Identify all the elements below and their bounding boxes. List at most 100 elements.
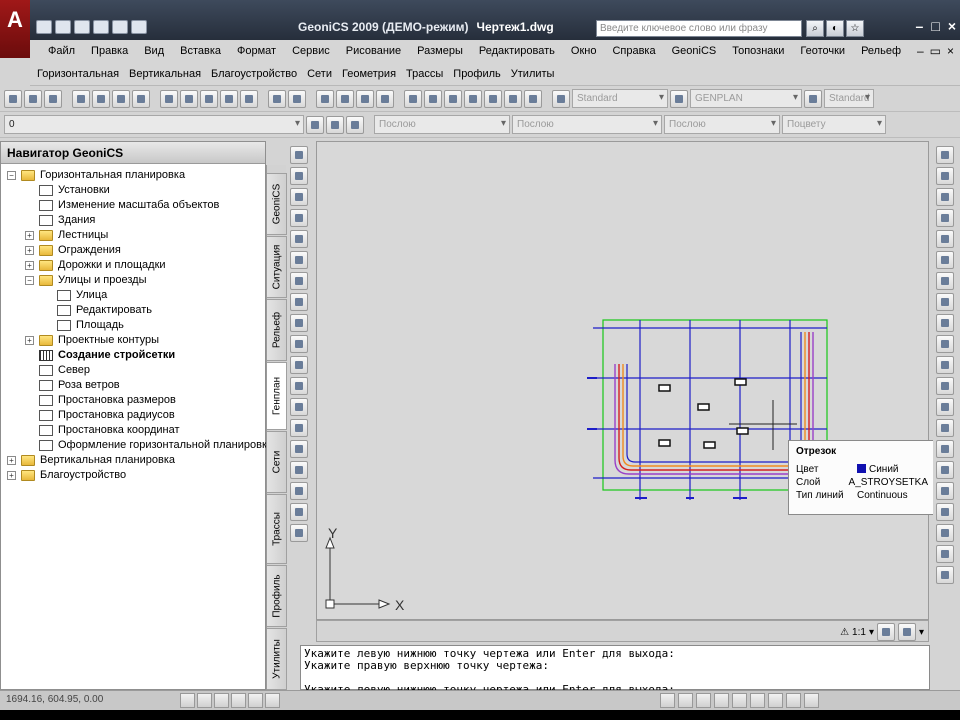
menu-item[interactable]: Вид	[136, 45, 172, 57]
cut-icon[interactable]	[160, 89, 178, 108]
expand-toggle-icon[interactable]: −	[7, 171, 16, 180]
redo-icon[interactable]	[131, 20, 147, 34]
block-editor-icon[interactable]	[240, 89, 258, 108]
side-tab[interactable]: GeoniCS	[267, 173, 287, 235]
modify-tool-icon[interactable]	[936, 146, 954, 164]
modify-tool-icon[interactable]	[936, 293, 954, 311]
expand-toggle-icon[interactable]: +	[25, 261, 34, 270]
expand-toggle-icon[interactable]: +	[25, 231, 34, 240]
modify-tool-icon[interactable]	[936, 230, 954, 248]
undo-icon[interactable]	[112, 20, 128, 34]
draw-tool-icon[interactable]	[290, 461, 308, 479]
modify-tool-icon[interactable]	[936, 545, 954, 563]
tree-item[interactable]: + Дорожки и площадки	[1, 258, 265, 273]
tree-item[interactable]: Север	[1, 363, 265, 378]
modify-tool-icon[interactable]	[936, 335, 954, 353]
layer-manager-icon[interactable]	[306, 115, 324, 134]
tree-item[interactable]: + Лестницы	[1, 228, 265, 243]
menu-item[interactable]: Правка	[83, 45, 136, 57]
menu-item[interactable]: Топознаки	[724, 45, 792, 57]
text-style-select[interactable]: Standard	[572, 89, 668, 108]
layout-icon[interactable]	[678, 693, 693, 708]
close-icon[interactable]: ×	[948, 18, 956, 34]
auto-scale-icon[interactable]	[897, 623, 916, 641]
table-style-icon[interactable]	[804, 89, 822, 108]
pan-icon[interactable]	[316, 89, 334, 108]
draw-tool-icon[interactable]	[290, 188, 308, 206]
text-style-icon[interactable]	[552, 89, 570, 108]
zoom-window-icon[interactable]	[356, 89, 374, 108]
tree-item[interactable]: − Горизонтальная планировка	[1, 168, 265, 183]
publish-icon[interactable]	[112, 89, 130, 108]
linetype-select[interactable]: Послою	[512, 115, 662, 134]
modify-tool-icon[interactable]	[936, 314, 954, 332]
modify-tool-icon[interactable]	[936, 188, 954, 206]
draw-tool-icon[interactable]	[290, 167, 308, 185]
modify-tool-icon[interactable]	[936, 524, 954, 542]
copy-icon[interactable]	[180, 89, 198, 108]
modify-tool-icon[interactable]	[936, 356, 954, 374]
menu-item[interactable]: Геоточки	[792, 45, 853, 57]
match-properties-icon[interactable]	[220, 89, 238, 108]
help-icon[interactable]	[524, 89, 542, 108]
tree-item[interactable]: + Благоустройство	[1, 468, 265, 483]
draw-tool-icon[interactable]	[290, 146, 308, 164]
menu-item[interactable]: Трассы	[401, 68, 448, 80]
undo-icon[interactable]	[268, 89, 286, 108]
design-center-icon[interactable]	[424, 89, 442, 108]
tree-item[interactable]: Создание стройсетки	[1, 348, 265, 363]
expand-toggle-icon[interactable]: −	[25, 276, 34, 285]
tree-item[interactable]: Простановка радиусов	[1, 408, 265, 423]
tree-item[interactable]: Простановка размеров	[1, 393, 265, 408]
table-style-select[interactable]: Standard	[824, 89, 874, 108]
ortho-icon[interactable]	[214, 693, 229, 708]
modify-tool-icon[interactable]	[936, 251, 954, 269]
minimize-icon[interactable]: –	[916, 18, 924, 34]
draw-tool-icon[interactable]	[290, 356, 308, 374]
grid-icon[interactable]	[197, 693, 212, 708]
tree-item[interactable]: Улица	[1, 288, 265, 303]
expand-toggle-icon[interactable]: +	[7, 471, 16, 480]
annotation-visibility-icon[interactable]	[876, 623, 895, 641]
pan-icon[interactable]	[696, 693, 711, 708]
menu-item[interactable]: Рисование	[338, 45, 409, 57]
drawing-canvas[interactable]: Y X	[316, 141, 929, 620]
draw-tool-icon[interactable]	[290, 482, 308, 500]
modify-tool-icon[interactable]	[936, 461, 954, 479]
otrack-icon[interactable]	[265, 693, 280, 708]
dim-style-select[interactable]: GENPLAN	[690, 89, 802, 108]
draw-tool-icon[interactable]	[290, 272, 308, 290]
tree-item[interactable]: Изменение масштаба объектов	[1, 198, 265, 213]
menu-item[interactable]: Профиль	[448, 68, 506, 80]
model-icon[interactable]	[660, 693, 675, 708]
save-icon[interactable]	[74, 20, 90, 34]
menu-item[interactable]: Горизонтальная	[32, 68, 124, 80]
modify-tool-icon[interactable]	[936, 482, 954, 500]
menu-item[interactable]: Формат	[229, 45, 284, 57]
draw-tool-icon[interactable]	[290, 440, 308, 458]
draw-tool-icon[interactable]	[290, 230, 308, 248]
side-tab[interactable]: Профиль	[267, 565, 287, 627]
draw-tool-icon[interactable]	[290, 251, 308, 269]
menu-item[interactable]: Сервис	[284, 45, 338, 57]
draw-tool-icon[interactable]	[290, 335, 308, 353]
doc-close-icon[interactable]: ×	[947, 44, 954, 58]
menu-item[interactable]: Рельеф	[853, 45, 909, 57]
tree-item[interactable]: Площадь	[1, 318, 265, 333]
menu-item[interactable]: Благоустройство	[206, 68, 302, 80]
calculator-icon[interactable]	[504, 89, 522, 108]
search-icon[interactable]: ⌕	[806, 20, 824, 37]
open-icon[interactable]	[24, 89, 42, 108]
showmotion-icon[interactable]	[750, 693, 765, 708]
menu-arrow-icon[interactable]: ▾	[919, 627, 924, 638]
tree-item[interactable]: + Проектные контуры	[1, 333, 265, 348]
tree-item[interactable]: + Вертикальная планировка	[1, 453, 265, 468]
steering-wheel-icon[interactable]	[732, 693, 747, 708]
save-icon[interactable]	[44, 89, 62, 108]
plotstyle-select[interactable]: Поцвету	[782, 115, 886, 134]
preview-icon[interactable]	[92, 89, 110, 108]
menu-item[interactable]: Справка	[604, 45, 663, 57]
plot-icon[interactable]	[72, 89, 90, 108]
draw-tool-icon[interactable]	[290, 377, 308, 395]
open-icon[interactable]	[55, 20, 71, 34]
